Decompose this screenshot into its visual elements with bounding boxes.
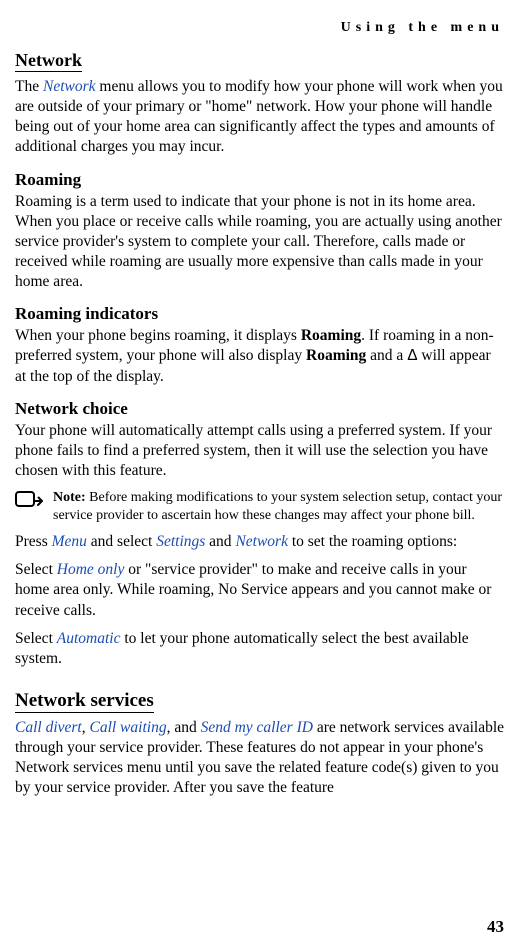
bold-roaming-2: Roaming xyxy=(306,347,366,364)
section-heading-network-services: Network services xyxy=(15,690,154,713)
triangle-icon: Δ xyxy=(407,347,417,364)
network-choice-body: Your phone will automatically attempt ca… xyxy=(15,421,504,481)
text: to set the roaming options: xyxy=(288,533,457,550)
link-home-only: Home only xyxy=(57,561,125,578)
link-network: Network xyxy=(43,78,96,95)
text: Select xyxy=(15,561,57,578)
roaming-body: Roaming is a term used to indicate that … xyxy=(15,192,504,293)
text: and xyxy=(205,533,235,550)
sub-heading-roaming-indicators: Roaming indicators xyxy=(15,304,504,324)
roaming-indicators-body: When your phone begins roaming, it displ… xyxy=(15,326,504,386)
link-settings: Settings xyxy=(156,533,205,550)
text: The xyxy=(15,78,43,95)
running-header: Using the menu xyxy=(15,20,504,36)
sub-heading-roaming: Roaming xyxy=(15,170,504,190)
text: , and xyxy=(167,719,201,736)
link-call-divert: Call divert xyxy=(15,719,82,736)
section-heading-network: Network xyxy=(15,50,82,72)
link-call-waiting: Call waiting xyxy=(89,719,166,736)
link-network-2: Network xyxy=(235,533,288,550)
network-services-body: Call divert, Call waiting, and Send my c… xyxy=(15,718,504,799)
press-menu-text: Press Menu and select Settings and Netwo… xyxy=(15,532,504,552)
bold-roaming-1: Roaming xyxy=(301,327,361,344)
note-block: Note: Before making modifications to you… xyxy=(15,489,504,524)
note-label: Note: xyxy=(53,490,86,505)
text: and select xyxy=(87,533,156,550)
page-number: 43 xyxy=(487,917,504,937)
link-menu: Menu xyxy=(52,533,87,550)
link-send-caller-id: Send my caller ID xyxy=(201,719,313,736)
network-intro: The Network menu allows you to modify ho… xyxy=(15,77,504,158)
note-icon xyxy=(15,491,43,518)
note-text: Note: Before making modifications to you… xyxy=(53,489,504,524)
text: Press xyxy=(15,533,52,550)
text: When your phone begins roaming, it displ… xyxy=(15,327,301,344)
select-home-only: Select Home only or "service provider" t… xyxy=(15,560,504,620)
select-automatic: Select Automatic to let your phone autom… xyxy=(15,629,504,669)
sub-heading-network-choice: Network choice xyxy=(15,399,504,419)
text: and a xyxy=(366,347,407,364)
text: Before making modifications to your syst… xyxy=(53,490,502,523)
link-automatic: Automatic xyxy=(57,630,121,647)
text: Select xyxy=(15,630,57,647)
